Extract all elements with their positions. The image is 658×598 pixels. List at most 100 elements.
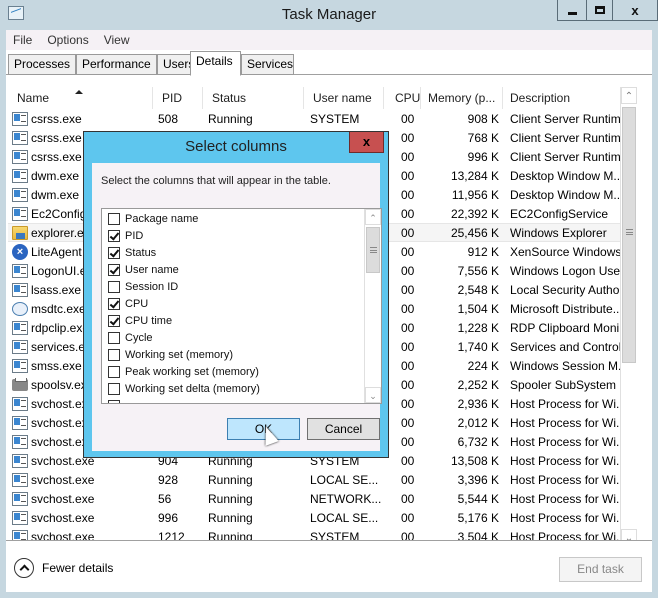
table-row[interactable]: svchost.exe 56 Running NETWORK... 00 5,544 K H… [8, 489, 625, 508]
select-columns-dialog: Select columns x Select the columns that… [83, 131, 389, 458]
column-option-label: PID [125, 229, 144, 242]
menu-options[interactable]: Options [47, 33, 88, 47]
app-window-icon [12, 111, 28, 126]
process-description: RDP Clipboard Moni... [510, 320, 625, 335]
column-header-user-name[interactable]: User name [304, 87, 384, 109]
column-option[interactable]: Working set delta (memory) [102, 380, 381, 397]
process-description: Client Server Runtim... [510, 130, 625, 145]
app-window-icon [12, 453, 28, 468]
dialog-close-button[interactable]: x [349, 132, 384, 153]
column-option[interactable]: PID [102, 227, 381, 244]
sort-ascending-icon [75, 90, 83, 94]
table-row[interactable]: svchost.exe 928 Running LOCAL SE... 00 3,396 … [8, 470, 625, 489]
checkbox-unchecked[interactable] [108, 348, 120, 361]
process-cpu: 00 [401, 339, 415, 354]
checkbox-unchecked[interactable] [108, 399, 120, 403]
fewer-details-label: Fewer details [42, 561, 114, 575]
scroll-down-icon[interactable]: ⌄ [365, 387, 381, 403]
process-cpu: 00 [401, 263, 415, 278]
process-name: svchost.exe [8, 491, 153, 506]
checkbox-checked[interactable] [108, 297, 120, 310]
column-option[interactable]: Session ID [102, 278, 381, 295]
tab-processes[interactable]: Processes [8, 54, 76, 75]
column-option[interactable]: Package name [102, 210, 381, 227]
tab-performance[interactable]: Performance [76, 54, 157, 75]
column-header-name[interactable]: Name [8, 87, 153, 109]
process-description: Local Security Autho... [510, 282, 625, 297]
table-row[interactable]: csrss.exe 508 Running SYSTEM 00 908 K Client S… [8, 109, 625, 128]
checkbox-checked[interactable] [108, 314, 120, 327]
column-option[interactable]: Status [102, 244, 381, 261]
process-pid: 928 [158, 472, 179, 487]
column-header-status[interactable]: Status [203, 87, 304, 109]
process-cpu: 00 [401, 225, 415, 240]
fewer-details-button[interactable]: Fewer details [14, 558, 113, 578]
checkbox-checked[interactable] [108, 263, 120, 276]
end-task-button[interactable]: End task [559, 557, 642, 582]
process-name-text: svchost.exe [31, 472, 95, 487]
process-user: SYSTEM [310, 111, 360, 126]
column-option-label: Cycle [125, 331, 153, 344]
column-option[interactable]: User name [102, 261, 381, 278]
process-description: Host Process for Wi... [510, 453, 625, 468]
process-description: Host Process for Wi... [510, 396, 625, 411]
column-option[interactable]: Cycle [102, 329, 381, 346]
column-option[interactable]: CPU time [102, 312, 381, 329]
menu-view[interactable]: View [104, 33, 130, 47]
column-option[interactable]: Working set (memory) [102, 346, 381, 363]
column-option-partial[interactable] [102, 397, 381, 403]
checklist-scrollbar-thumb[interactable] [366, 227, 380, 273]
process-cpu: 00 [401, 491, 415, 506]
checkbox-checked[interactable] [108, 229, 120, 242]
process-name-text: smss.exe [31, 358, 82, 373]
menu-file[interactable]: File [13, 33, 32, 47]
process-description: Services and Control... [510, 339, 625, 354]
close-button[interactable]: x [612, 0, 658, 21]
process-status: Running [208, 111, 253, 126]
process-cpu: 00 [401, 320, 415, 335]
process-cpu: 00 [401, 149, 415, 164]
column-option-label: Package name [125, 212, 199, 225]
process-status: Running [208, 491, 253, 506]
column-header-cpu[interactable]: CPU [384, 87, 421, 109]
column-header-description[interactable]: Description [503, 87, 625, 109]
column-header-memory[interactable]: Memory (p... [421, 87, 503, 109]
tab-details[interactable]: Details [190, 51, 241, 76]
process-cpu: 00 [401, 301, 415, 316]
process-cpu: 00 [401, 130, 415, 145]
process-description: Microsoft Distribute... [510, 301, 623, 316]
checkbox-unchecked[interactable] [108, 331, 120, 344]
column-option[interactable]: Peak working set (memory) [102, 363, 381, 380]
checkbox-unchecked[interactable] [108, 382, 120, 395]
column-header-pid[interactable]: PID [153, 87, 203, 109]
app-window-icon [12, 491, 28, 506]
checkbox-unchecked[interactable] [108, 365, 120, 378]
scrollbar-thumb[interactable] [622, 107, 636, 363]
process-user: LOCAL SE... [310, 472, 379, 487]
app-window-icon [12, 263, 28, 278]
checkbox-checked[interactable] [108, 246, 120, 259]
table-row[interactable]: svchost.exe 996 Running LOCAL SE... 00 5,176 … [8, 508, 625, 527]
process-memory: 5,176 K [457, 510, 499, 525]
app-window-icon [12, 282, 28, 297]
cancel-button[interactable]: Cancel [307, 418, 380, 440]
checkbox-unchecked[interactable] [108, 280, 120, 293]
column-option-label: Working set delta (memory) [125, 382, 260, 395]
checkbox-unchecked[interactable] [108, 212, 120, 225]
grip-icon [626, 229, 633, 235]
process-memory: 1,228 K [457, 320, 499, 335]
table-scrollbar[interactable]: ⌃ ⌄ [620, 87, 637, 546]
maximize-button[interactable] [586, 0, 612, 21]
menu-bar: File Options View [6, 30, 652, 50]
process-status: Running [208, 472, 253, 487]
tab-services[interactable]: Services [241, 54, 294, 75]
process-name-text: dwm.exe [31, 187, 80, 202]
process-memory: 11,956 K [451, 187, 499, 202]
scroll-up-icon[interactable]: ⌃ [621, 87, 637, 104]
checklist-scrollbar[interactable]: ⌃ ⌄ [364, 209, 381, 403]
scroll-up-icon[interactable]: ⌃ [365, 209, 381, 225]
minimize-button[interactable] [557, 0, 586, 21]
column-option[interactable]: CPU [102, 295, 381, 312]
process-name-text: msdtc.exe [31, 301, 86, 316]
msdtc-icon [12, 301, 28, 316]
